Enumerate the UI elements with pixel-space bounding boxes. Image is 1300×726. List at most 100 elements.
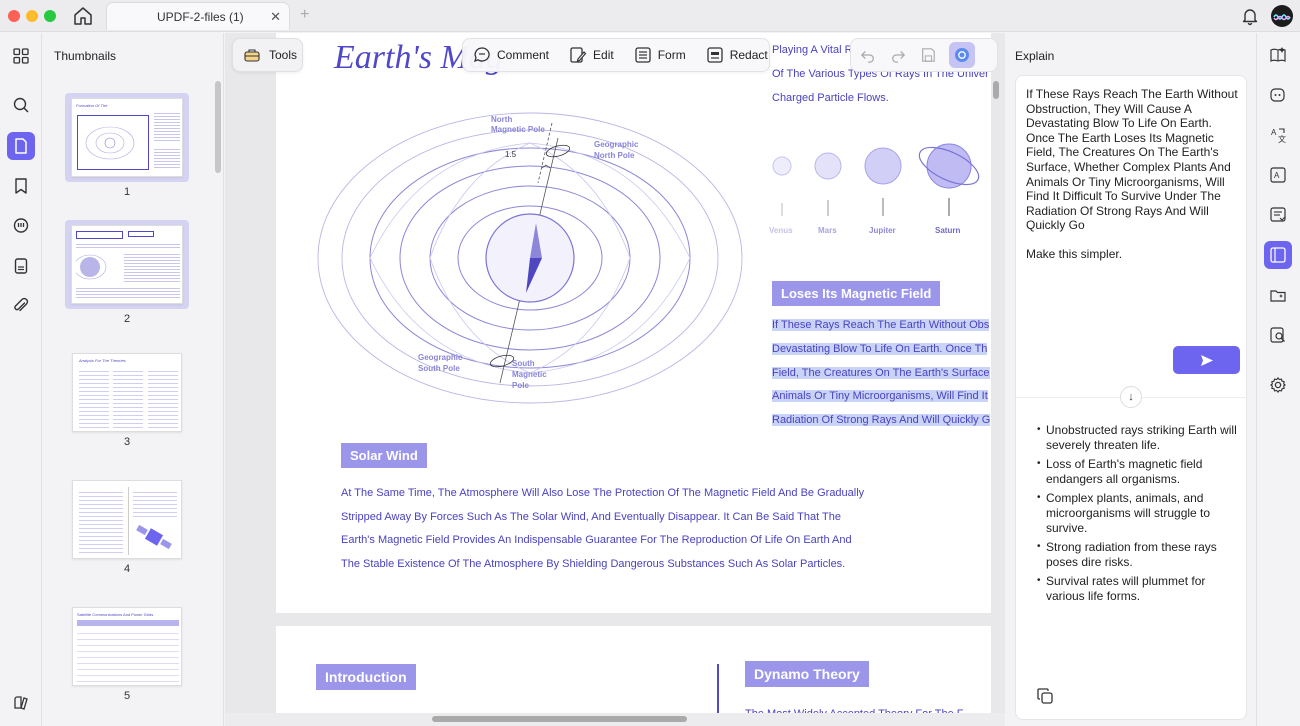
svg-text:A: A: [1271, 128, 1277, 137]
explain-title: Explain: [1015, 49, 1055, 63]
comment-icon: [473, 47, 490, 63]
highlighted-line-1[interactable]: If These Rays Reach The Earth Without Ob…: [772, 319, 990, 331]
form-button[interactable]: Form: [624, 38, 696, 72]
document-vertical-scrollbar[interactable]: [993, 81, 999, 99]
home-icon[interactable]: [72, 6, 94, 26]
thumbnail-page-4[interactable]: 4: [65, 479, 189, 575]
thumbnail-page-2[interactable]: 2: [65, 220, 189, 325]
thumbnail-number: 5: [123, 690, 131, 702]
geographic-north-label-2: North Pole: [594, 151, 635, 160]
top-right-line-3: Charged Particle Flows.: [772, 92, 889, 104]
top-right-line-1: Playing A Vital R: [772, 44, 853, 56]
comment-button[interactable]: Comment: [463, 38, 559, 72]
redact-label: Redact: [729, 48, 768, 62]
document-tab[interactable]: UPDF-2-files (1) ✕: [106, 2, 290, 30]
highlighted-line-5[interactable]: Radiation Of Strong Rays And Will Quickl…: [772, 414, 991, 426]
highlighted-line-4[interactable]: Animals Or Tiny Microorganisms, Will Fin…: [772, 390, 988, 402]
section-heading-solar-wind: Solar Wind: [341, 443, 427, 468]
layers-icon[interactable]: [7, 689, 35, 717]
list-item: Loss of Earth's magnetic field endangers…: [1037, 457, 1237, 486]
planet-label-jupiter: Jupiter: [869, 226, 896, 235]
geographic-south-label-2: South Pole: [418, 364, 460, 373]
tab-title: UPDF-2-files (1): [157, 10, 244, 24]
explain-result-list: Unobstructed rays striking Earth will se…: [1037, 423, 1237, 609]
folder-ai-icon[interactable]: [1264, 281, 1292, 309]
planet-label-saturn: Saturn: [935, 226, 961, 235]
close-window-button[interactable]: [8, 10, 20, 22]
summarize-icon[interactable]: A: [1264, 161, 1292, 189]
angle-label: 1.5: [505, 150, 517, 159]
list-item: Complex plants, animals, and microorgani…: [1037, 491, 1237, 535]
planet-label-mars: Mars: [818, 226, 837, 235]
pdf-page-2: Introduction Dynamo Theory The Most Wide…: [276, 626, 991, 726]
minimize-window-button[interactable]: [26, 10, 38, 22]
translate-icon[interactable]: A文: [1264, 121, 1292, 149]
search-document-icon[interactable]: [1264, 321, 1292, 349]
document-viewport[interactable]: Earth's Mag 1.5 North Magnetic Pole Geog…: [225, 33, 1005, 726]
ai-assistant-icon: [955, 48, 969, 62]
settings-gear-icon[interactable]: [1264, 371, 1292, 399]
redact-button[interactable]: Redact: [696, 38, 778, 72]
edit-toolbar: Comment Edit Form Redact: [462, 38, 770, 72]
attachment-page-icon[interactable]: [7, 252, 35, 280]
maximize-window-button[interactable]: [44, 10, 56, 22]
search-icon[interactable]: [7, 91, 35, 119]
paperclip-icon[interactable]: [7, 292, 35, 320]
south-magnetic-label-2: Magnetic: [512, 370, 547, 379]
bell-icon[interactable]: [1240, 6, 1260, 26]
solar-wind-line-2: Stripped Away By Forces Such As The Sola…: [341, 511, 841, 523]
list-item: Strong radiation from these rays poses d…: [1037, 540, 1237, 569]
tab-close-icon[interactable]: ✕: [270, 9, 281, 25]
title-bar: UPDF-2-files (1) ✕ +: [0, 0, 1300, 32]
comments-icon[interactable]: [7, 212, 35, 240]
chat-ai-icon[interactable]: [1264, 81, 1292, 109]
highlighted-line-2[interactable]: Devastating Blow To Life On Earth. Once …: [772, 343, 988, 355]
document-horizontal-scrollbar[interactable]: [432, 716, 687, 722]
thumbnails-title: Thumbnails: [54, 49, 117, 63]
ai-book-icon[interactable]: [1264, 41, 1292, 69]
thumbnail-page-3[interactable]: Analysis For The Theories 3: [65, 352, 189, 448]
bookmark-icon[interactable]: [7, 172, 35, 200]
toolbox-icon: [244, 49, 260, 62]
right-tool-rail: A文 A: [1256, 33, 1300, 726]
ai-assistant-button[interactable]: [949, 42, 975, 68]
thumbnails-panel: Thumbnails Formation Of The 1 2 Analysis…: [43, 33, 224, 726]
explain-text-icon[interactable]: [1264, 201, 1292, 229]
explain-panel-icon[interactable]: [1264, 241, 1292, 269]
new-tab-button[interactable]: +: [300, 6, 309, 24]
explain-panel: Explain If These Rays Reach The Earth Wi…: [1006, 33, 1256, 726]
send-icon: [1200, 354, 1213, 366]
thumbnail-page-5[interactable]: Satellite Communications And Power Grids…: [65, 606, 189, 702]
thumbnails-grid-icon[interactable]: [7, 42, 35, 70]
pdf-page-1: Earth's Mag 1.5 North Magnetic Pole Geog…: [276, 33, 991, 613]
planet-label-venus: Venus: [769, 226, 793, 235]
form-label: Form: [657, 48, 686, 62]
geographic-south-label-1: Geographic: [418, 353, 463, 362]
redo-icon[interactable]: [889, 46, 907, 64]
save-icon[interactable]: [919, 46, 937, 64]
thumbnail-number: 2: [123, 313, 131, 325]
edit-button[interactable]: Edit: [559, 38, 624, 72]
copy-icon[interactable]: [1036, 687, 1054, 705]
explain-instruction: Make this simpler.: [1026, 247, 1123, 261]
pages-icon[interactable]: [7, 132, 35, 160]
south-magnetic-label-1: South: [512, 359, 535, 368]
avatar[interactable]: [1271, 5, 1293, 27]
send-button[interactable]: [1173, 346, 1240, 374]
scroll-down-icon[interactable]: ↓: [1120, 386, 1142, 408]
magnetic-field-diagram: 1.5: [317, 112, 743, 404]
section-heading-loses-magnetic-field: Loses Its Magnetic Field: [772, 281, 941, 306]
redact-icon: [707, 47, 723, 63]
tools-label: Tools: [269, 48, 298, 62]
undo-icon[interactable]: [859, 46, 877, 64]
thumb-page-title: Analysis For The Theories: [79, 357, 126, 363]
tools-button[interactable]: Tools: [232, 38, 303, 72]
thumbnail-page-1[interactable]: Formation Of The 1: [65, 93, 189, 198]
thumbnail-number: 3: [123, 436, 131, 448]
form-icon: [635, 47, 651, 63]
section-heading-dynamo-theory: Dynamo Theory: [745, 661, 869, 687]
thumbnails-scrollbar[interactable]: [215, 81, 221, 173]
section-heading-introduction: Introduction: [316, 664, 416, 690]
north-magnetic-pole-label: North Magnetic Pole: [491, 115, 545, 134]
highlighted-line-3[interactable]: Field, The Creatures On The Earth's Surf…: [772, 367, 990, 379]
